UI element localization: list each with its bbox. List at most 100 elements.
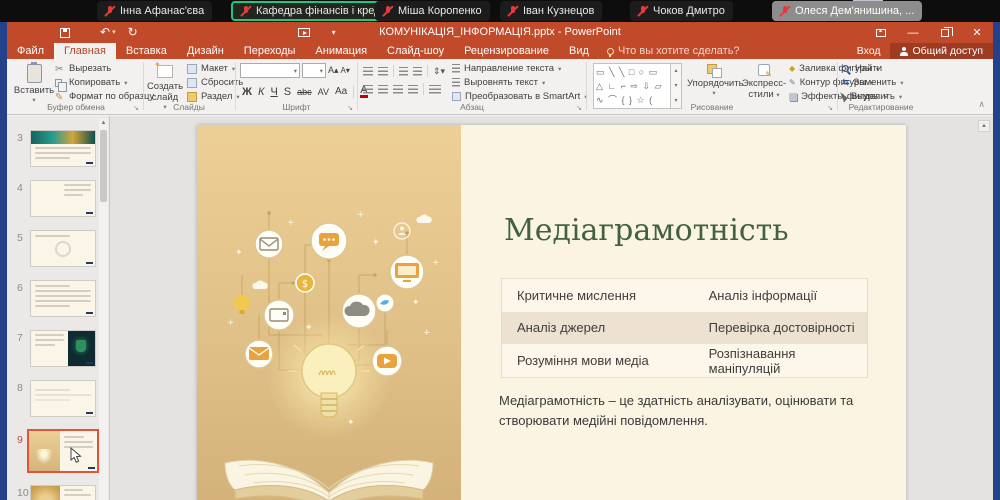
tab-transitions[interactable]: Переходы bbox=[234, 43, 306, 59]
chat-bubble-icon bbox=[311, 223, 347, 259]
slide-number: 4 bbox=[17, 182, 23, 194]
font-name-select[interactable]: ▾ bbox=[240, 63, 300, 78]
text-shadow-button[interactable]: S bbox=[284, 86, 291, 98]
table-cell: Розпізнавання маніпуляцій bbox=[694, 346, 867, 376]
minimize-button[interactable]: — bbox=[897, 22, 929, 43]
canvas-scroll-up-icon[interactable]: ▲ bbox=[978, 120, 990, 132]
svg-text:✦: ✦ bbox=[347, 418, 355, 428]
text-direction-button[interactable]: Направление текста▾ bbox=[452, 63, 588, 74]
bold-button[interactable]: Ж bbox=[242, 86, 252, 98]
restore-button[interactable] bbox=[929, 22, 961, 43]
arrange-icon bbox=[707, 64, 721, 76]
sign-in-button[interactable]: Вход bbox=[847, 45, 891, 57]
slide-thumbnail[interactable] bbox=[30, 280, 96, 317]
participant-pill[interactable]: Іван Кузнецов bbox=[500, 1, 602, 21]
paste-button[interactable]: Вставить ▾ bbox=[11, 62, 57, 104]
slide-table[interactable]: Критичне мислення Аналіз інформації Анал… bbox=[501, 278, 868, 378]
slide-thumbnail[interactable] bbox=[30, 330, 96, 367]
cut-label: Вырезать bbox=[69, 63, 111, 74]
select-label: Выделить bbox=[851, 91, 895, 102]
tell-me-box[interactable]: Что вы хотите сделать? bbox=[599, 43, 740, 59]
find-button[interactable]: Найти bbox=[842, 63, 904, 74]
person-icon bbox=[900, 47, 908, 56]
workspace: 3 4 5 6 7 8 9 bbox=[7, 116, 993, 500]
font-size-select[interactable]: ▾ bbox=[302, 63, 326, 78]
dialog-launcher-icon[interactable]: ↘ bbox=[827, 104, 833, 112]
tab-view[interactable]: Вид bbox=[559, 43, 599, 59]
shrink-font-button[interactable]: А▾ bbox=[341, 66, 350, 75]
slide-thumbnail-selected[interactable] bbox=[27, 429, 99, 473]
quick-styles-icon bbox=[758, 64, 770, 76]
slide-title[interactable]: Медіаграмотність bbox=[504, 213, 789, 248]
ribbon-display-options-button[interactable] bbox=[865, 22, 897, 43]
arrange-button[interactable]: Упорядочить ▾ bbox=[687, 62, 741, 97]
tab-review[interactable]: Рецензирование bbox=[454, 43, 559, 59]
replace-label: Заменить bbox=[854, 77, 897, 88]
dialog-launcher-icon[interactable]: ↘ bbox=[576, 104, 582, 112]
separator bbox=[427, 65, 428, 77]
chevron-down-icon: ▾ bbox=[900, 79, 903, 87]
align-right-icon[interactable] bbox=[393, 85, 403, 94]
tab-design[interactable]: Дизайн bbox=[177, 43, 234, 59]
columns-icon[interactable] bbox=[429, 85, 441, 94]
scroll-up-icon[interactable]: ▲ bbox=[99, 119, 108, 128]
select-button[interactable]: Выделить▾ bbox=[842, 91, 904, 102]
account-area: Вход Общий доступ bbox=[847, 43, 993, 59]
grow-font-button[interactable]: А▴ bbox=[328, 65, 339, 76]
scrollbar-thumb[interactable] bbox=[100, 130, 107, 202]
thumbnail-preview bbox=[55, 241, 71, 257]
close-button[interactable]: ✕ bbox=[961, 22, 993, 43]
character-spacing-button[interactable]: AV bbox=[318, 87, 329, 97]
align-text-label: Выровнять текст bbox=[464, 77, 538, 88]
share-button[interactable]: Общий доступ bbox=[890, 43, 993, 59]
numbering-icon[interactable] bbox=[378, 67, 388, 76]
group-separator bbox=[837, 62, 838, 110]
bullets-icon[interactable] bbox=[363, 67, 373, 76]
italic-button[interactable]: К bbox=[258, 86, 264, 98]
participant-pill[interactable]: Інна Афанас'єва bbox=[97, 1, 212, 21]
slide-number: 9 bbox=[17, 434, 23, 446]
quick-styles-button[interactable]: Экспресс- стили ▾ bbox=[741, 62, 787, 100]
collapse-ribbon-icon[interactable]: ∧ bbox=[978, 99, 985, 110]
tab-slideshow[interactable]: Слайд-шоу bbox=[377, 43, 454, 59]
slide-body-text[interactable]: Медіаграмотність – це здатність аналізув… bbox=[499, 391, 885, 431]
page-accent bbox=[86, 212, 93, 215]
clipboard-icon bbox=[27, 64, 42, 83]
slide-thumbnail[interactable] bbox=[30, 180, 96, 217]
svg-text:✦: ✦ bbox=[372, 238, 380, 248]
participant-pill[interactable]: Чоков Дмитро bbox=[630, 1, 733, 21]
slide-canvas[interactable]: ▲ bbox=[111, 116, 993, 500]
slide-thumbnail[interactable] bbox=[30, 230, 96, 267]
align-text-button[interactable]: Выровнять текст ▾ bbox=[452, 77, 588, 88]
format-painter-button[interactable]: Формат по образцу bbox=[55, 91, 154, 102]
tab-animations[interactable]: Анимация bbox=[305, 43, 377, 59]
cut-button[interactable]: Вырезать bbox=[55, 63, 154, 74]
current-slide[interactable]: $ +++ ++✦ ✦✦✦✦ bbox=[197, 125, 906, 500]
tab-insert[interactable]: Вставка bbox=[116, 43, 177, 59]
slide-thumbnail[interactable] bbox=[30, 380, 96, 417]
page-accent bbox=[86, 162, 93, 165]
tab-file[interactable]: Файл bbox=[7, 43, 54, 59]
replace-button[interactable]: Заменить▾ bbox=[842, 77, 904, 88]
strikethrough-button[interactable]: abc bbox=[297, 87, 312, 97]
justify-icon[interactable] bbox=[408, 85, 418, 94]
panel-scrollbar[interactable]: ▲ bbox=[99, 119, 108, 500]
tab-home[interactable]: Главная bbox=[54, 43, 116, 59]
participant-pill[interactable]: Олеся Дем'янишина, ... bbox=[772, 1, 922, 21]
dialog-launcher-icon[interactable]: ↘ bbox=[347, 104, 353, 112]
underline-button[interactable]: Ч bbox=[270, 86, 277, 98]
increase-indent-icon[interactable] bbox=[413, 67, 422, 76]
participant-pill[interactable]: Міша Коропенко bbox=[375, 1, 490, 21]
dialog-launcher-icon[interactable]: ↘ bbox=[133, 104, 139, 112]
align-left-icon[interactable] bbox=[363, 85, 373, 94]
bird-icon bbox=[376, 294, 394, 312]
align-center-icon[interactable] bbox=[378, 85, 388, 94]
slide-thumbnail[interactable] bbox=[30, 130, 96, 167]
decrease-indent-icon[interactable] bbox=[399, 67, 408, 76]
copy-button[interactable]: Копировать▾ bbox=[55, 77, 154, 88]
change-case-button[interactable]: Aa bbox=[335, 86, 347, 97]
chevron-down-icon: ▾ bbox=[542, 79, 545, 87]
line-spacing-icon[interactable]: ⇕▾ bbox=[433, 66, 445, 77]
slide-thumbnail[interactable] bbox=[30, 485, 96, 500]
smartart-button[interactable]: Преобразовать в SmartArt▾ bbox=[452, 91, 588, 102]
